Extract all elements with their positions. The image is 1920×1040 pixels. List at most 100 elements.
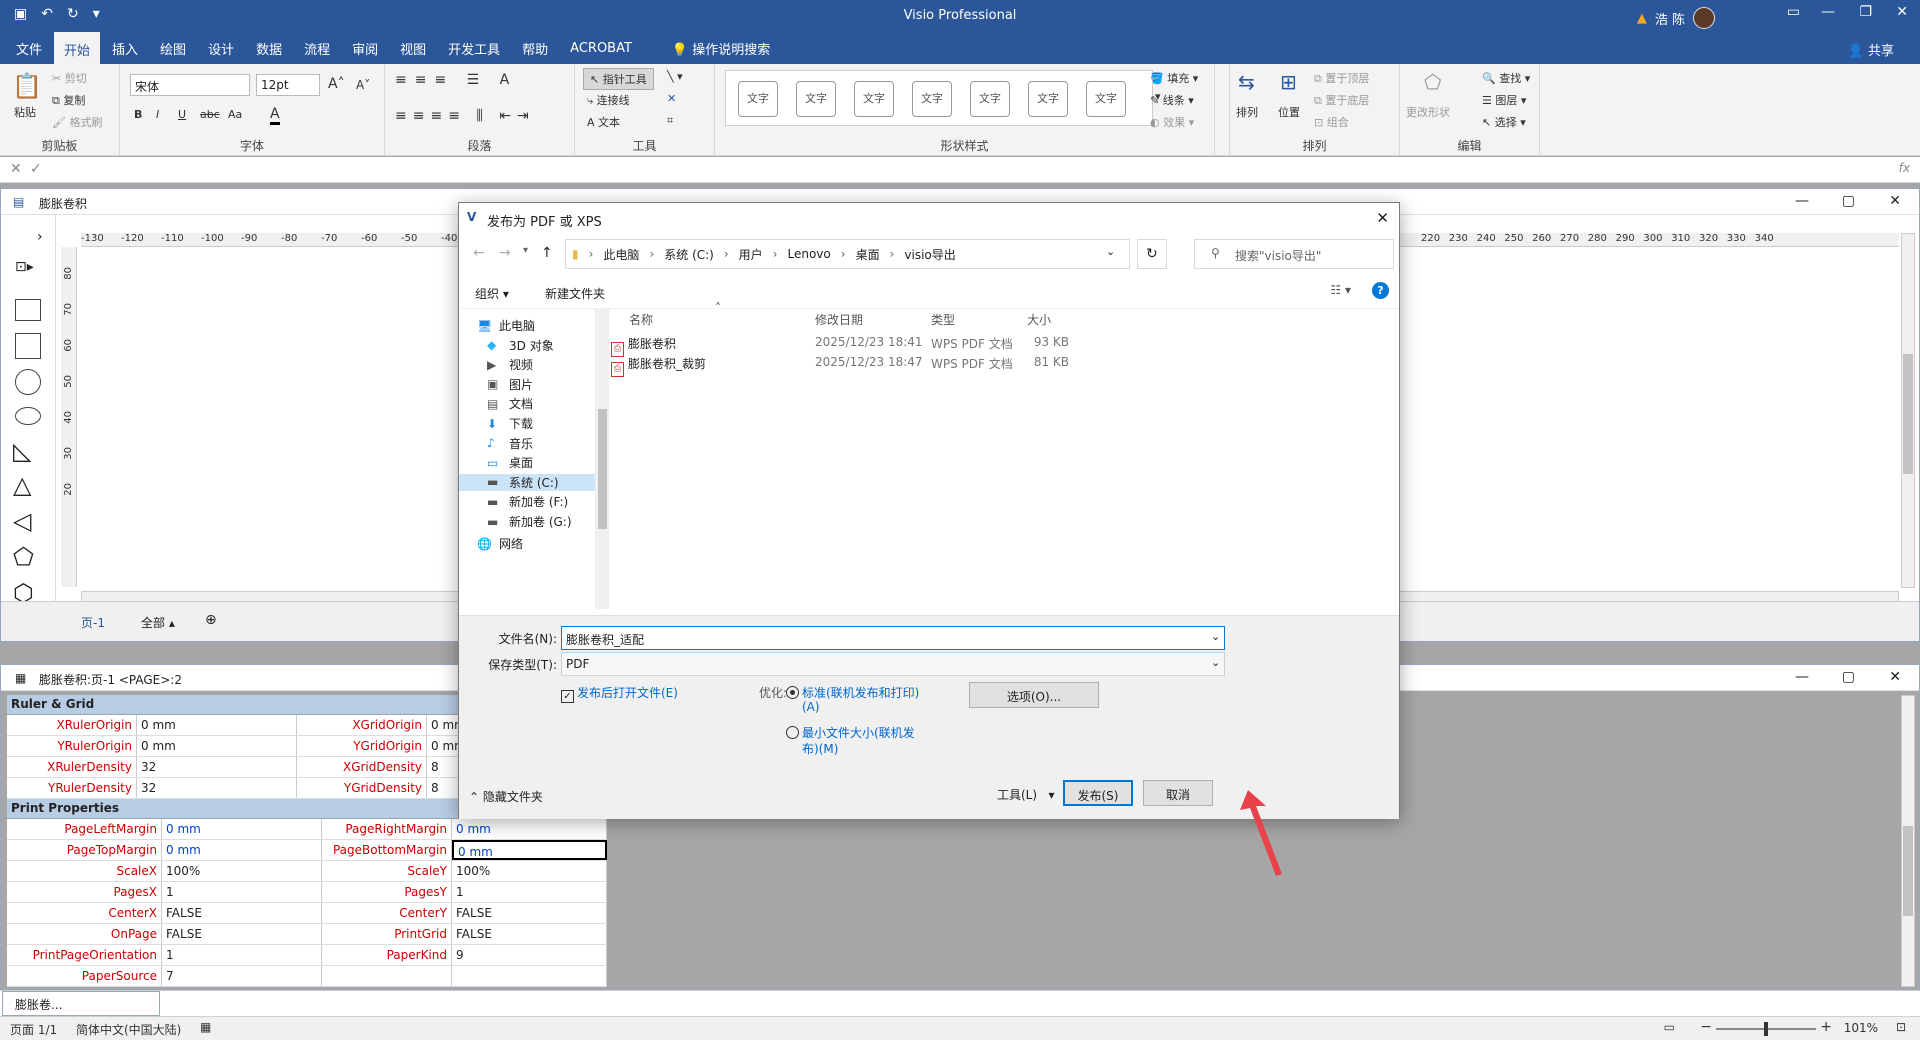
cut-button[interactable]: ✂ 剪切 xyxy=(52,70,87,86)
breadcrumb-separator-icon[interactable]: › xyxy=(724,247,729,261)
tab-1[interactable]: 开始 xyxy=(54,32,101,64)
breadcrumb-item[interactable]: 此电脑 xyxy=(603,246,639,263)
style-swatch[interactable]: 文字 xyxy=(970,81,1010,117)
zoom-slider[interactable] xyxy=(1716,1022,1816,1036)
right-triangle-shape-icon[interactable]: ◺ xyxy=(13,437,31,465)
nav-item[interactable]: 🖥 此电脑 xyxy=(477,317,535,334)
macro-icon[interactable]: ▦ xyxy=(200,1020,211,1034)
add-page-icon[interactable]: ⊕ xyxy=(205,612,217,628)
cancel-button[interactable]: 取消 xyxy=(1143,780,1213,806)
zoom-out-icon[interactable]: − xyxy=(1700,1019,1712,1035)
rectangle-shape-icon[interactable] xyxy=(15,299,41,321)
cell-value[interactable]: 100% xyxy=(162,861,322,881)
cell-value[interactable]: 100% xyxy=(452,861,607,881)
cell-value[interactable]: FALSE xyxy=(452,903,607,923)
help-icon[interactable]: ? xyxy=(1372,282,1389,299)
breadcrumb-separator-icon[interactable]: › xyxy=(841,247,846,261)
column-header[interactable]: 名称 xyxy=(629,311,653,328)
filename-dropdown-icon[interactable]: ⌄ xyxy=(1211,630,1220,643)
triangle-shape-icon[interactable]: △ xyxy=(13,471,31,499)
style-swatch[interactable]: 文字 xyxy=(738,81,778,117)
minimize-icon[interactable]: — xyxy=(1795,669,1809,685)
cell-value[interactable]: 8 xyxy=(427,778,462,798)
file-name[interactable]: ⎙ 膨胀卷积 xyxy=(611,335,676,357)
copy-button[interactable]: ⧉ 复制 xyxy=(52,92,85,108)
cancel-formula-icon[interactable]: ✕ xyxy=(10,161,22,177)
breadcrumb-item[interactable]: 系统 (C:) xyxy=(664,246,714,263)
new-folder-button[interactable]: 新建文件夹 xyxy=(545,285,605,302)
nav-scrollbar[interactable] xyxy=(595,309,609,609)
optimize-min-radio[interactable]: 最小文件大小(联机发 xyxy=(786,724,915,741)
tell-me-search[interactable]: 💡 操作说明搜索 xyxy=(662,33,780,64)
nav-item[interactable]: ◆ 3D 对象 xyxy=(487,337,554,354)
fx-icon[interactable]: fx xyxy=(1899,161,1910,175)
crop-tool-icon[interactable]: ⌗ xyxy=(667,114,673,128)
page-number-status[interactable]: 页面 1/1 xyxy=(10,1021,57,1038)
recent-locations-icon[interactable]: ▾ xyxy=(523,245,528,256)
maximize-icon[interactable]: ❐ xyxy=(1859,4,1872,20)
format-painter-button[interactable]: 🖌 格式刷 xyxy=(52,114,102,130)
scroll-thumb[interactable] xyxy=(598,409,607,529)
cell-value[interactable]: 0 mm xyxy=(452,840,607,860)
nav-item[interactable]: ▭ 桌面 xyxy=(487,454,533,471)
warning-icon[interactable]: ▲ xyxy=(1637,11,1647,26)
style-swatch[interactable]: 文字 xyxy=(1028,81,1068,117)
breadcrumb-separator-icon[interactable]: › xyxy=(589,247,594,261)
window-tab[interactable]: 膨胀卷... xyxy=(2,991,160,1016)
page-tab[interactable]: 页-1 xyxy=(81,614,105,631)
presentation-mode-icon[interactable]: ▭ xyxy=(1664,1020,1675,1034)
cell-value[interactable]: 1 xyxy=(162,882,322,902)
publish-button[interactable]: 发布(S) xyxy=(1063,780,1133,806)
up-icon[interactable]: ↑ xyxy=(541,245,553,261)
cell-value[interactable]: 0 mm xyxy=(137,715,297,735)
cell-value[interactable]: 8 xyxy=(427,757,462,777)
find-button[interactable]: 🔍 查找 ▾ xyxy=(1482,70,1530,86)
circle-shape-icon[interactable] xyxy=(15,369,41,395)
position-button[interactable]: 位置 xyxy=(1278,104,1300,120)
breadcrumb-separator-icon[interactable]: › xyxy=(649,247,654,261)
maximize-icon[interactable]: ▢ xyxy=(1842,193,1855,209)
nav-item[interactable]: ⬇ 下载 xyxy=(487,415,533,432)
nav-item[interactable]: ▶ 视频 xyxy=(487,356,533,373)
shapes-menu-icon[interactable]: ⊡▸ xyxy=(15,259,34,275)
font-size-select[interactable]: 12pt xyxy=(256,74,320,96)
connection-point-icon[interactable]: ✕ xyxy=(667,92,676,105)
bold-button[interactable]: B xyxy=(134,108,142,121)
column-header[interactable]: 大小 xyxy=(1027,311,1051,328)
style-swatch[interactable]: 文字 xyxy=(796,81,836,117)
cell-value[interactable]: 0 mm xyxy=(427,715,462,735)
italic-button[interactable]: I xyxy=(156,108,159,121)
filetype-dropdown-icon[interactable]: ⌄ xyxy=(1211,656,1220,669)
filetype-select[interactable]: PDF xyxy=(561,652,1225,676)
cell-value[interactable]: 0 mm xyxy=(162,840,322,860)
minimize-icon[interactable]: — xyxy=(1821,4,1835,20)
view-options-icon[interactable]: ☷ ▾ xyxy=(1330,283,1351,297)
nav-item[interactable]: ▣ 图片 xyxy=(487,376,533,393)
breadcrumb-item[interactable]: Lenovo xyxy=(788,247,831,261)
maximize-icon[interactable]: ▢ xyxy=(1842,669,1855,685)
tab-0[interactable]: 文件 xyxy=(6,33,52,64)
tab-9[interactable]: 开发工具 xyxy=(438,33,510,64)
cell-value[interactable]: 32 xyxy=(137,757,297,777)
shrink-font-icon[interactable]: A˅ xyxy=(356,78,370,92)
style-swatch[interactable]: 文字 xyxy=(912,81,952,117)
hide-folders-button[interactable]: ⌃ 隐藏文件夹 xyxy=(469,788,543,805)
address-bar[interactable]: ▮ › 此电脑 › 系统 (C:) › 用户 › Lenovo › 桌面 › visio导出 xyxy=(565,239,1130,269)
line-dropdown[interactable]: ✎ 线条 ▾ xyxy=(1150,92,1194,108)
nav-item[interactable]: ▤ 文档 xyxy=(487,395,533,412)
close-icon[interactable]: ✕ xyxy=(1889,193,1901,209)
nav-item[interactable]: ▬ 系统 (C:) xyxy=(459,473,595,491)
forward-icon[interactable]: → xyxy=(499,245,511,261)
paste-button[interactable]: 粘贴 xyxy=(14,104,36,120)
nav-item[interactable]: ▬ 新加卷 (G:) xyxy=(487,513,572,530)
change-case-button[interactable]: Aa xyxy=(228,108,242,121)
align-vertical-icons[interactable]: ≡≡≡ ☰ A xyxy=(395,72,517,88)
search-input[interactable]: 搜索"visio导出" xyxy=(1194,239,1394,269)
close-icon[interactable]: ✕ xyxy=(1376,209,1389,227)
zoom-level[interactable]: 101% xyxy=(1844,1021,1878,1035)
breadcrumb-item[interactable]: 桌面 xyxy=(856,246,880,263)
cell-value[interactable]: FALSE xyxy=(452,924,607,944)
breadcrumb-separator-icon[interactable]: › xyxy=(890,247,895,261)
tab-3[interactable]: 绘图 xyxy=(150,33,196,64)
tab-2[interactable]: 插入 xyxy=(102,33,148,64)
